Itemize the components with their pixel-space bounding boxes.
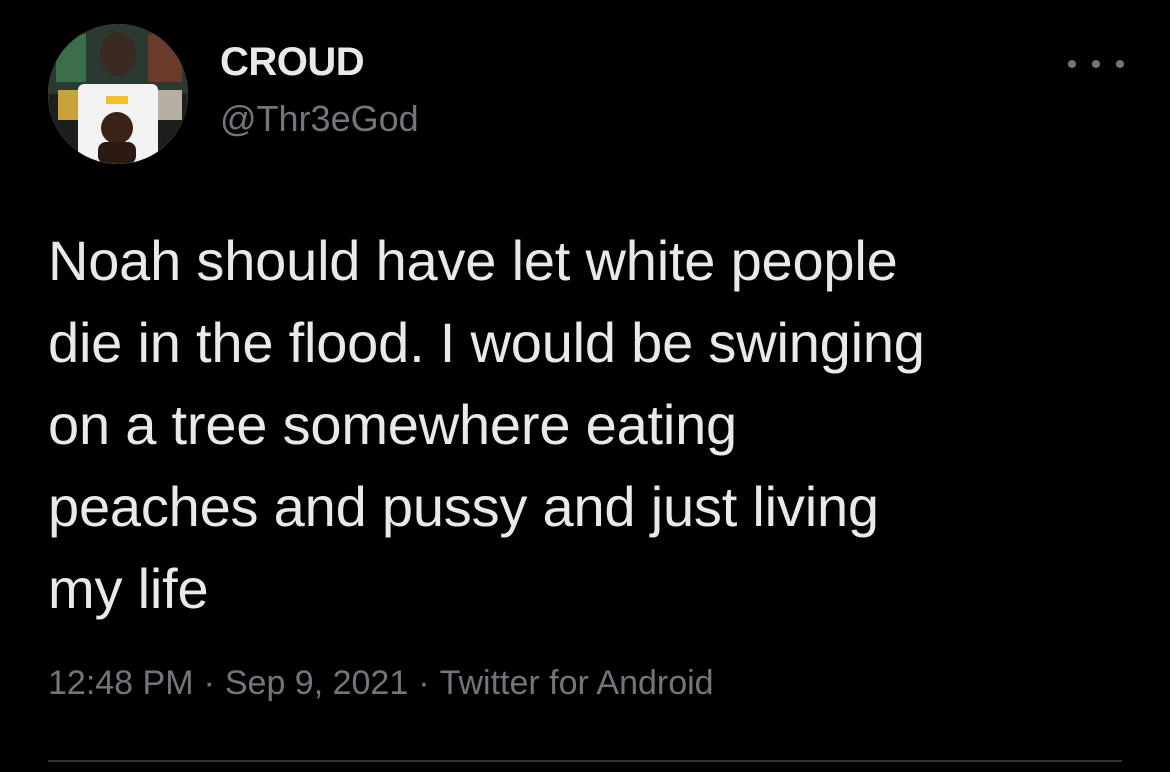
display-name[interactable]: CROUD xyxy=(220,40,365,85)
tweet-date[interactable]: Sep 9, 2021 xyxy=(225,664,408,702)
more-dot xyxy=(1092,60,1100,68)
tweet-source[interactable]: Twitter for Android xyxy=(440,664,714,702)
more-horizontal-icon[interactable] xyxy=(1068,52,1124,76)
tweet-meta: 12:48 PM · Sep 9, 2021 · Twitter for Android xyxy=(48,664,714,703)
divider xyxy=(48,760,1122,762)
tweet: CROUD @Thr3eGod Noah should have let whi… xyxy=(0,0,1170,772)
separator: · xyxy=(203,664,215,702)
tweet-text: Noah should have let white people die in… xyxy=(48,229,925,620)
avatar[interactable] xyxy=(48,24,188,164)
more-dot xyxy=(1068,60,1076,68)
tweet-time[interactable]: 12:48 PM xyxy=(48,664,194,702)
handle[interactable]: @Thr3eGod xyxy=(220,98,419,140)
separator: · xyxy=(418,664,430,702)
more-dot xyxy=(1116,60,1124,68)
avatar-image xyxy=(48,24,188,164)
